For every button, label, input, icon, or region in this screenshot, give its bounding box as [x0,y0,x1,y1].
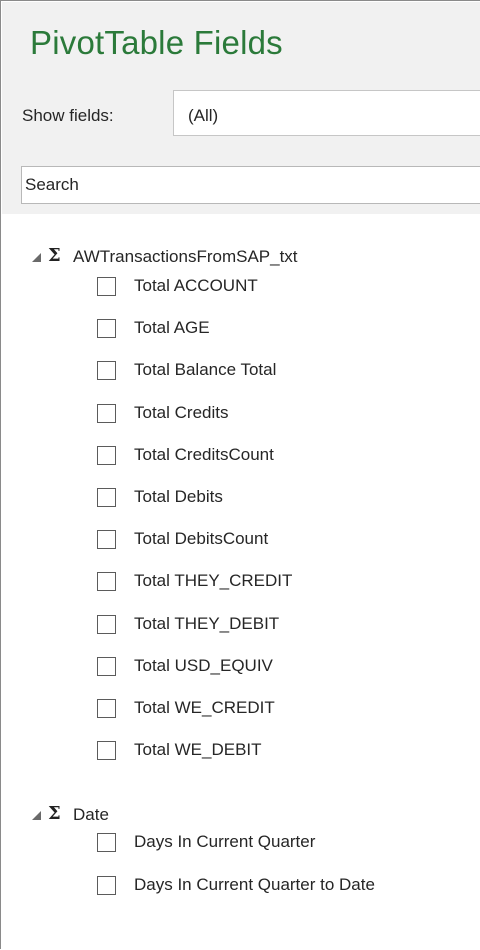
collapse-triangle-icon[interactable] [32,811,41,820]
pane-header: PivotTable Fields Show fields: (All) Sea… [2,2,480,214]
field-item[interactable]: Total CreditsCount [2,443,472,473]
field-label: Total Balance Total [134,360,277,379]
field-label: Total WE_CREDIT [134,698,275,717]
field-label: Total THEY_CREDIT [134,571,293,590]
field-label: Total AGE [134,318,210,337]
field-item[interactable]: Total THEY_DEBIT [2,612,472,642]
pane-title: PivotTable Fields [30,24,283,61]
field-checkbox[interactable] [97,488,116,507]
field-label: Total WE_DEBIT [134,740,262,759]
show-fields-dropdown[interactable]: (All) [173,90,480,136]
field-item[interactable]: Total WE_DEBIT [2,738,472,768]
field-item[interactable]: Total Credits [2,401,472,431]
pivottable-fields-pane: PivotTable Fields Show fields: (All) Sea… [0,0,480,950]
field-item[interactable]: Total ACCOUNT [2,274,472,304]
field-list[interactable]: Σ AWTransactionsFromSAP_txt Total ACCOUN… [2,214,480,950]
field-checkbox[interactable] [97,404,116,423]
field-checkbox[interactable] [97,446,116,465]
field-item[interactable]: Total WE_CREDIT [2,696,472,726]
collapse-triangle-icon[interactable] [32,253,41,262]
field-label: Days In Current Quarter [134,832,316,851]
field-checkbox[interactable] [97,277,116,296]
field-label: Total CreditsCount [134,445,274,464]
field-label: Total Credits [134,403,229,422]
field-checkbox[interactable] [97,833,116,852]
field-label: Total THEY_DEBIT [134,614,280,633]
field-label: Total DebitsCount [134,529,269,548]
field-item[interactable]: Days In Current Quarter to Date [2,873,472,903]
field-group-awtransactions[interactable]: Σ AWTransactionsFromSAP_txt [2,245,472,271]
field-checkbox[interactable] [97,615,116,634]
field-group-date[interactable]: Σ Date [2,803,472,829]
field-checkbox[interactable] [97,361,116,380]
field-label: Days In Current Quarter to Date [134,875,375,894]
field-item[interactable]: Total DebitsCount [2,527,472,557]
field-checkbox[interactable] [97,319,116,338]
field-checkbox[interactable] [97,699,116,718]
field-checkbox[interactable] [97,657,116,676]
field-item[interactable]: Total USD_EQUIV [2,654,472,684]
field-checkbox[interactable] [97,530,116,549]
field-label: Total ACCOUNT [134,276,258,295]
field-item[interactable]: Total THEY_CREDIT [2,569,472,599]
sigma-icon: Σ [48,803,61,824]
field-label: Total Debits [134,487,223,506]
group-label: Date [73,805,109,824]
field-label: Total USD_EQUIV [134,656,273,675]
field-item[interactable]: Days In Current Quarter [2,830,472,860]
field-item[interactable]: Total Debits [2,485,472,515]
field-item[interactable]: Total Balance Total [2,358,472,388]
field-item[interactable]: Total AGE [2,316,472,346]
field-checkbox[interactable] [97,741,116,760]
search-input[interactable]: Search [21,166,480,204]
field-checkbox[interactable] [97,876,116,895]
show-fields-label: Show fields: [22,106,114,125]
group-label: AWTransactionsFromSAP_txt [73,247,298,266]
field-checkbox[interactable] [97,572,116,591]
sigma-icon: Σ [48,245,61,266]
